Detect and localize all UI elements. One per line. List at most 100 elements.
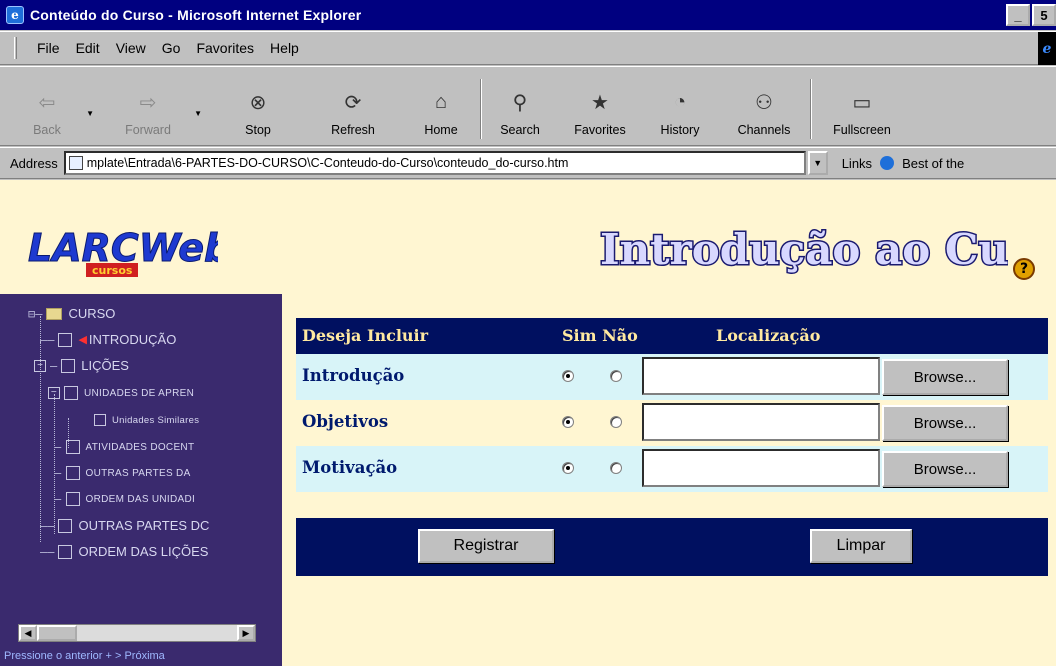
page-icon (58, 332, 73, 347)
radio-nao[interactable] (610, 462, 622, 474)
refresh-label: Refresh (331, 123, 375, 137)
back-arrow-icon: ⇦ (38, 91, 56, 114)
tree-node-label: Unidades Similares (112, 414, 200, 426)
location-input[interactable] (642, 403, 880, 441)
tree-node-licoes[interactable]: − — LIÇÕES (34, 358, 129, 373)
address-url: mplate\Entrada\6-PARTES-DO-CURSO\C-Conte… (86, 156, 569, 170)
fullscreen-label: Fullscreen (833, 123, 891, 137)
help-icon[interactable]: ? (1013, 258, 1035, 280)
tree-node-unidades[interactable]: − UNIDADES DE APREN (48, 386, 194, 400)
location-input[interactable] (642, 449, 880, 487)
form-actions: Registrar Limpar (296, 518, 1048, 576)
tree-node-label: OUTRAS PARTES DC (78, 518, 210, 533)
history-button[interactable]: ◔ History (648, 75, 712, 145)
fullscreen-icon: ▭ (852, 91, 872, 114)
favorites-icon: ★ (591, 91, 609, 114)
menu-help[interactable]: Help (270, 40, 299, 56)
forward-arrow-icon: ⇨ (139, 91, 157, 114)
tree-connector: — (54, 492, 62, 506)
collapse-icon[interactable]: − (34, 359, 46, 372)
forward-dropdown-icon[interactable]: ▼ (194, 109, 202, 118)
scroll-right-icon[interactable]: ▶ (237, 625, 255, 641)
address-label: Address (10, 155, 58, 171)
page-icon (58, 544, 73, 559)
channels-button[interactable]: ⚇ Channels (724, 75, 804, 145)
menu-edit[interactable]: Edit (76, 40, 100, 56)
header-localizacao: Localização (716, 326, 821, 345)
stop-icon: ⊗ (249, 91, 267, 114)
tree-node-curso[interactable]: ⊟— CURSO (28, 306, 115, 321)
radio-sim[interactable] (562, 416, 574, 428)
stop-button[interactable]: ⊗ Stop (228, 75, 288, 145)
tree-node-label: ATIVIDADES DOCENT (85, 441, 195, 453)
page-banner: Introdução ao Curso (599, 224, 1009, 276)
stop-label: Stop (245, 123, 271, 137)
tree-node-introducao[interactable]: —— ◀ INTRODUÇÃO (40, 332, 176, 347)
history-icon: ◔ (673, 90, 687, 113)
banner-title: Introdução ao Curso (600, 225, 1008, 274)
search-button[interactable]: ⚲ Search (488, 75, 552, 145)
links-label[interactable]: Links (842, 156, 872, 171)
back-dropdown-icon[interactable]: ▼ (86, 109, 94, 118)
tree-connector: —— (40, 518, 55, 533)
home-label: Home (424, 123, 458, 137)
tree-node-ordem-licoes[interactable]: —— ORDEM DAS LIÇÕES (40, 544, 208, 559)
radio-nao[interactable] (610, 370, 622, 382)
address-input[interactable]: mplate\Entrada\6-PARTES-DO-CURSO\C-Conte… (63, 151, 806, 175)
tree-horizontal-scrollbar[interactable]: ◀ ▶ (18, 624, 256, 642)
menu-favorites[interactable]: Favorites (196, 40, 254, 56)
search-label: Search (500, 123, 540, 137)
refresh-button[interactable]: ⟳ Refresh (316, 75, 390, 145)
search-icon: ⚲ (512, 91, 528, 114)
back-label: Back (33, 123, 61, 137)
row-label: Objetivos (302, 412, 389, 431)
link-best-of-the-web[interactable]: Best of the (902, 156, 964, 171)
back-button[interactable]: ⇦ Back ▼ (14, 75, 94, 145)
tree-nav-links[interactable]: Pressione o anterior + > Próxima (0, 650, 282, 666)
restore-button[interactable]: 5 (1032, 4, 1056, 26)
radio-sim[interactable] (562, 462, 574, 474)
tree-node-atividades[interactable]: — ATIVIDADES DOCENT (54, 440, 194, 454)
tree-node-outras-partes-da[interactable]: — OUTRAS PARTES DA (54, 466, 191, 480)
location-input[interactable] (642, 357, 880, 395)
browse-button[interactable]: Browse... (882, 405, 1008, 441)
tree-node-label: UNIDADES DE APREN (84, 387, 195, 399)
browse-button[interactable]: Browse... (882, 359, 1008, 395)
scroll-thumb[interactable] (37, 625, 77, 641)
tree-node-ordem-unidades[interactable]: — ORDEM DAS UNIDADI (54, 492, 195, 506)
tree-node-outras-partes-do[interactable]: —— OUTRAS PARTES DC (40, 518, 209, 533)
form-header: Deseja Incluir Sim Não Localização (296, 318, 1048, 354)
page-icon (58, 518, 73, 533)
favorites-button[interactable]: ★ Favorites (560, 75, 640, 145)
radio-sim[interactable] (562, 370, 574, 382)
collapse-icon[interactable]: − (48, 387, 60, 399)
tree-connector: — (54, 440, 62, 454)
minimize-button[interactable]: _ (1006, 4, 1030, 26)
fullscreen-button[interactable]: ▭ Fullscreen (818, 75, 906, 145)
browse-button[interactable]: Browse... (882, 451, 1008, 487)
tree-node-unidades-similares[interactable]: Unidades Similares (94, 414, 199, 426)
scroll-track[interactable] (77, 625, 237, 641)
tree-connector: ⊟— (28, 306, 43, 321)
tree-node-label: ORDEM DAS UNIDADI (85, 493, 196, 505)
form-row-objetivos: Objetivos Browse... (296, 400, 1048, 446)
forward-button[interactable]: ⇨ Forward ▼ (108, 75, 202, 145)
registrar-button[interactable]: Registrar (418, 529, 554, 563)
home-button[interactable]: ⌂ Home (408, 75, 474, 145)
menu-go[interactable]: Go (162, 40, 181, 56)
menu-file[interactable]: File (37, 40, 60, 56)
address-bar: Address mplate\Entrada\6-PARTES-DO-CURSO… (0, 147, 1056, 179)
scroll-left-icon[interactable]: ◀ (19, 625, 37, 641)
radio-nao[interactable] (610, 416, 622, 428)
limpar-button[interactable]: Limpar (810, 529, 912, 563)
links-bar: Links Best of the (842, 156, 965, 171)
logo-subtitle: cursos (92, 264, 133, 277)
address-dropdown-button[interactable]: ▼ (807, 151, 828, 175)
ie-link-icon (880, 156, 895, 170)
window-title: Conteúdo do Curso - Microsoft Internet E… (30, 7, 362, 23)
menu-view[interactable]: View (116, 40, 146, 56)
tree-connector: — (54, 466, 62, 480)
header-deseja-incluir: Deseja Incluir (302, 326, 429, 345)
row-label: Introdução (302, 366, 405, 385)
ie-app-icon[interactable]: e (6, 6, 24, 24)
